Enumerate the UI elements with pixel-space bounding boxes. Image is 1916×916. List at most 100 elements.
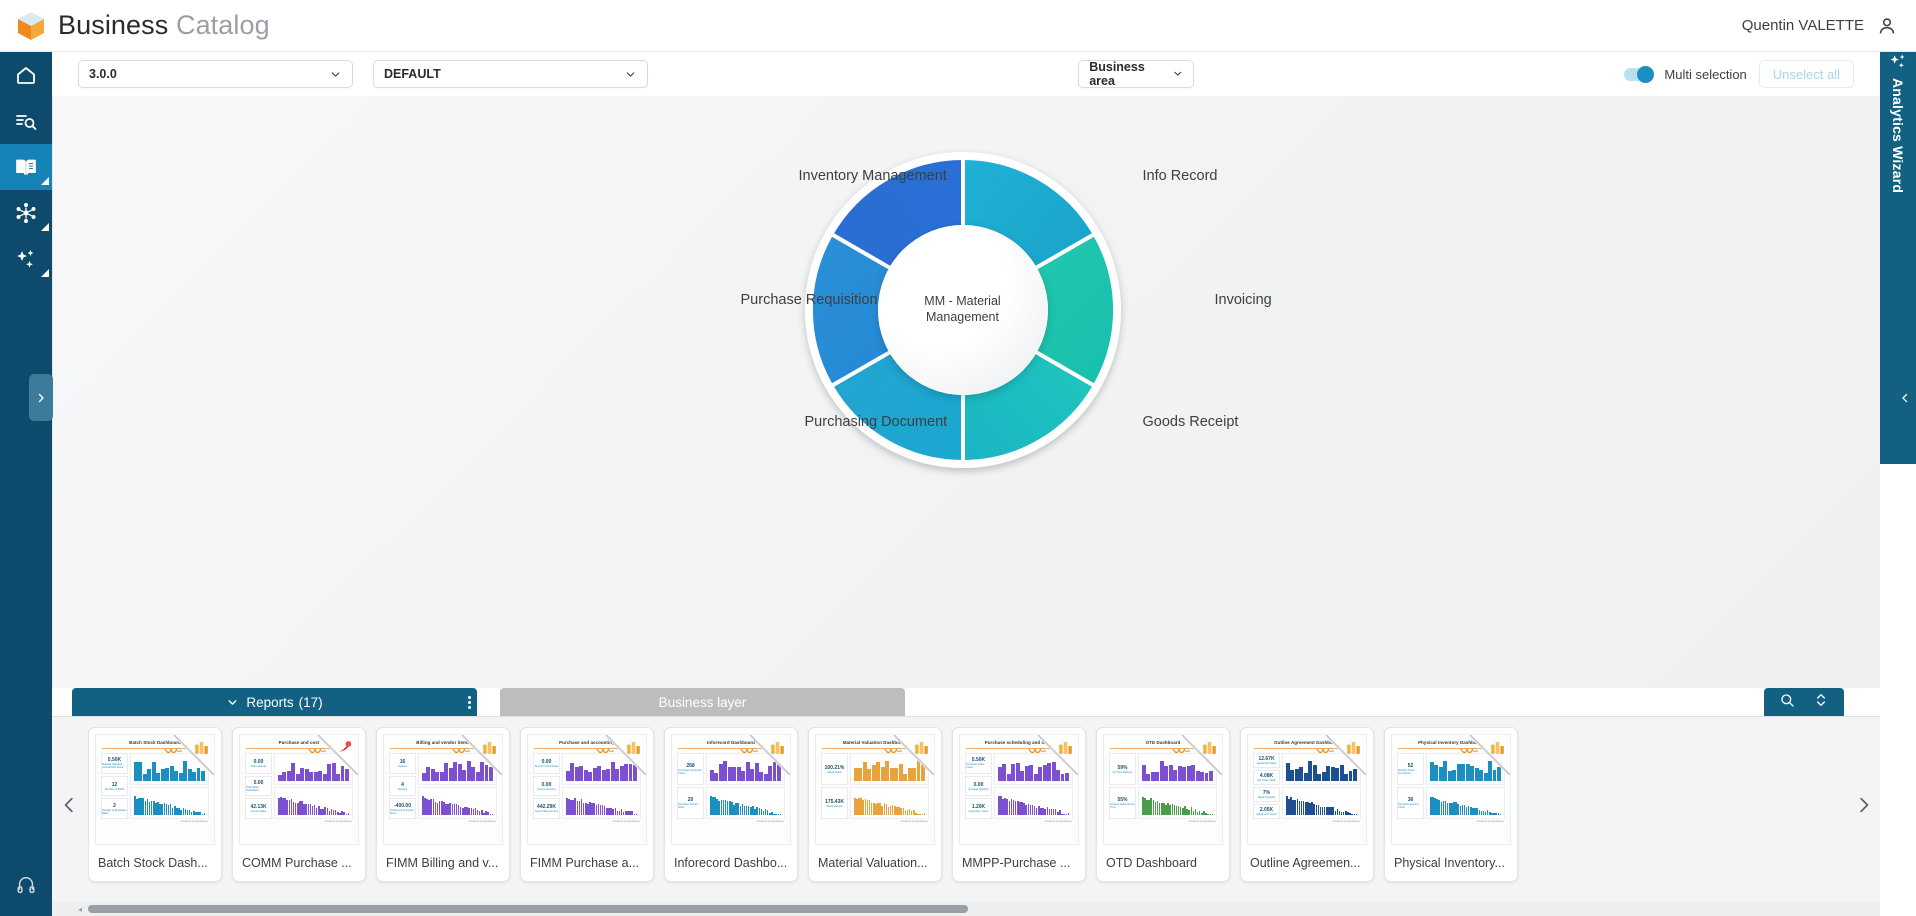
user-account-icon[interactable]	[1876, 15, 1898, 37]
thumbnail-bar	[710, 769, 714, 781]
thumbnail-bar	[138, 761, 143, 781]
thumbnail-bar	[1038, 767, 1043, 781]
sidebar-item-home[interactable]	[0, 52, 52, 98]
thumbnail-chart	[850, 753, 929, 785]
thumbnail-chart	[1138, 787, 1217, 819]
donut-center-hub[interactable]: MM - Material Management	[877, 225, 1048, 395]
thumbnail-bar	[278, 774, 282, 781]
thumbnail-bar	[606, 769, 611, 781]
diagram-canvas: MM - Material Management Info Record Inv…	[52, 96, 1880, 688]
report-card[interactable]: OTD Dashboard 59% On Time Delivery 55% Amoun…	[1096, 727, 1230, 882]
thumbnail-kpi-column: 268 Purchase Inforecord Count 20 Purchase V…	[677, 753, 704, 819]
sidebar-item-search-catalog[interactable]	[0, 98, 52, 144]
reports-card-list[interactable]: Batch Stock Dashboard 5.50K Material Valua…	[88, 727, 1848, 887]
segment-label-info-record[interactable]: Info Record	[1143, 168, 1218, 184]
thumbnail-kpi: 42.13K Invoice Value	[245, 798, 272, 820]
thumbnail-bar	[1164, 765, 1169, 781]
horizontal-scrollbar[interactable]: ◂	[52, 902, 1880, 916]
thumbnail-footer: Powered by Rapidflows	[324, 820, 352, 823]
business-area-select[interactable]: Business area	[1078, 60, 1195, 88]
thumbnail-kpi-caption: Purchase Vendor - Items	[678, 803, 700, 809]
reports-card-strip: Batch Stock Dashboard 5.50K Material Valua…	[52, 716, 1880, 916]
thumbnail-bars	[134, 760, 205, 781]
expand-vertical-icon[interactable]	[1813, 692, 1829, 713]
sidebar-item-insights[interactable]	[0, 236, 52, 282]
search-icon[interactable]	[1779, 692, 1795, 713]
help-support-icon[interactable]	[0, 864, 52, 908]
thumbnail-bar	[610, 761, 615, 781]
segment-label-purchase-requisition[interactable]: Purchase Requisition	[741, 292, 878, 308]
thumbnail-kpi-caption: Number of Expiration Batch	[102, 808, 127, 815]
thumbnail-kpi: 2 Number of Expiration Batch	[101, 798, 128, 820]
report-card[interactable]: Inforecord Dashboard 268 Purchase Inforeco…	[664, 727, 798, 882]
thumbnail-bar	[858, 768, 863, 781]
header-user-area[interactable]: Quentin VALETTE	[1742, 15, 1898, 37]
thumbnail-bar	[633, 764, 637, 781]
app-title-light: Catalog	[175, 10, 270, 40]
thumbnail-bar	[727, 767, 732, 781]
scroll-right-button[interactable]	[1846, 717, 1880, 892]
donut-center-label: MM - Material Management	[924, 294, 1001, 324]
report-card[interactable]: Material Valuation Dashboard 100.21% Stock…	[808, 727, 942, 882]
thumbnail-kpi-caption: Invoice Value	[250, 810, 267, 814]
thumbnail-bar	[1339, 764, 1344, 781]
scroll-left-button[interactable]	[52, 717, 86, 892]
scrollbar-thumb[interactable]	[88, 905, 968, 913]
thumbnail-bar	[1434, 765, 1439, 781]
thumbnail-bar	[1330, 766, 1335, 781]
thumbnail-bar	[340, 766, 345, 781]
report-thumbnail: Physical Inventory Dashboard 52 Number Act…	[1391, 734, 1511, 845]
more-vertical-icon[interactable]	[460, 692, 478, 712]
sidebar-item-data-lineage[interactable]	[0, 190, 52, 236]
collapse-right-panel-button[interactable]	[1893, 374, 1916, 421]
segment-label-invoicing[interactable]: Invoicing	[1215, 292, 1272, 308]
chevron-left-icon	[1901, 393, 1907, 402]
thumbnail-bar	[912, 767, 916, 781]
segment-label-inventory-management[interactable]: Inventory Management	[799, 168, 947, 184]
thumbnail-bar	[201, 770, 205, 781]
thumbnail-kpi-column: 59% On Time Delivery 55% Amount Delivered O…	[1109, 753, 1136, 819]
thumbnail-bar	[453, 762, 458, 781]
thumbnail-bar	[1191, 765, 1196, 781]
report-card[interactable]: Batch Stock Dashboard 5.50K Material Valua…	[88, 727, 222, 882]
thumbnail-kpi: 5.50K Material Valuated Unrestricted Stoc…	[101, 753, 128, 774]
report-card[interactable]: Purchase and accounting 0.00 Amount of Pur…	[520, 727, 654, 882]
thumbnail-bar	[880, 766, 885, 781]
thumbnail-kpi: 0.00 Night quantity	[245, 753, 272, 774]
thumbnail-bar	[898, 763, 903, 781]
multi-selection-toggle[interactable]	[1624, 65, 1655, 83]
thumbnail-bar	[1142, 764, 1146, 781]
unselect-all-button[interactable]: Unselect all	[1758, 60, 1854, 88]
configuration-select[interactable]: DEFAULT	[373, 60, 648, 88]
thumbnail-bar	[876, 761, 881, 781]
thumbnail-kpi-caption: Physical Inventory Count	[1398, 803, 1420, 809]
thumbnail-bar	[1488, 761, 1492, 781]
chevron-left-icon	[64, 797, 73, 812]
expand-left-panel-button[interactable]	[29, 374, 53, 421]
report-card[interactable]: Outline Agreement Dashboard 12.67K Agreeme…	[1240, 727, 1374, 882]
thumbnail-bar	[597, 766, 602, 781]
thumbnail-kpi: 4.08K Net Order Value	[1253, 770, 1280, 785]
thumbnail-footer: Powered by Rapidflows	[180, 820, 208, 823]
thumbnail-bar	[309, 771, 314, 781]
thumbnail-chart	[1138, 753, 1217, 785]
tab-business-layer[interactable]: Business layer	[500, 688, 905, 716]
thumbnail-bar	[1452, 770, 1457, 781]
svg-text:soft: soft	[609, 749, 614, 753]
segment-label-goods-receipt[interactable]: Goods Receipt	[1143, 414, 1239, 430]
thumbnail-bars	[1430, 794, 1502, 815]
business-area-select-value: Business area	[1089, 60, 1145, 88]
thumbnail-bar	[313, 771, 318, 781]
report-card[interactable]: Purchase and cost 0.00 Night quantity 0.00 T…	[232, 727, 366, 882]
thumbnail-bar	[741, 770, 746, 781]
thumbnail-kpi: 0.00 Total Value Purchased	[245, 775, 272, 797]
segment-label-purchasing-document[interactable]: Purchasing Document	[805, 414, 948, 430]
report-card[interactable]: Physical Inventory Dashboard 52 Number Act…	[1384, 727, 1518, 882]
report-card[interactable]: Billing and vendor items 16 Invoices 4 Vendo…	[376, 727, 510, 882]
svg-text:soft: soft	[465, 749, 470, 753]
sidebar-item-business-catalog[interactable]	[0, 144, 52, 190]
thumbnail-kpi-caption: Average Quantity	[968, 787, 989, 791]
report-card[interactable]: Purchase scheduling and order 5.50K Purcha…	[952, 727, 1086, 882]
tab-reports[interactable]: Reports (17)	[72, 688, 477, 716]
version-select[interactable]: 3.0.0	[78, 60, 353, 88]
